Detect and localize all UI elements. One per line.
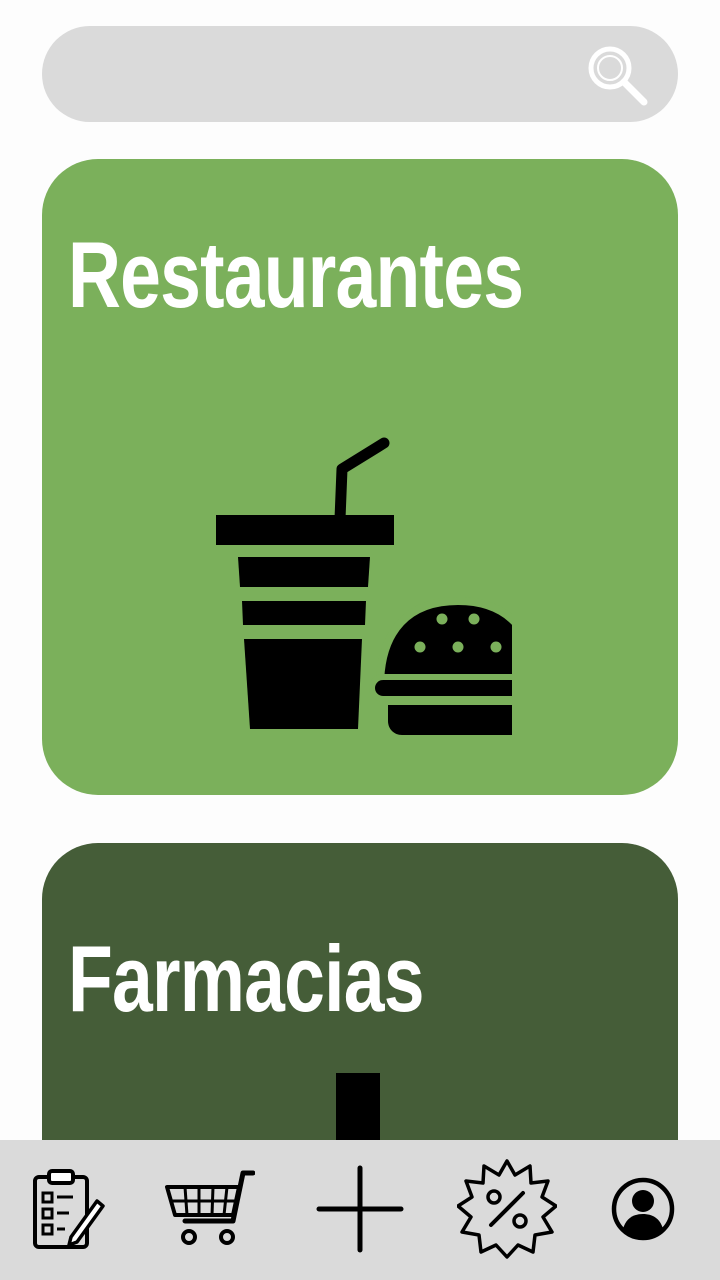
- search-input[interactable]: [72, 26, 596, 124]
- fastfood-icon: [216, 437, 512, 735]
- discount-badge-icon: [457, 1159, 557, 1259]
- nav-cart-button[interactable]: [154, 1154, 264, 1264]
- profile-icon: [611, 1177, 675, 1241]
- search-icon[interactable]: [582, 40, 652, 110]
- bottom-nav: [0, 1140, 720, 1280]
- add-icon: [316, 1165, 404, 1253]
- orders-clipboard-icon: [33, 1169, 105, 1249]
- nav-profile-button[interactable]: [588, 1154, 698, 1264]
- nav-orders-button[interactable]: [14, 1154, 124, 1264]
- shopping-cart-icon: [165, 1170, 255, 1245]
- category-title-pharmacies: Farmacias: [68, 926, 425, 1031]
- category-card-restaurants[interactable]: Restaurantes: [42, 159, 678, 795]
- nav-discounts-button[interactable]: [452, 1154, 562, 1264]
- category-title-restaurants: Restaurantes: [68, 222, 524, 327]
- search-bar[interactable]: [42, 26, 678, 124]
- nav-add-button[interactable]: [305, 1154, 415, 1264]
